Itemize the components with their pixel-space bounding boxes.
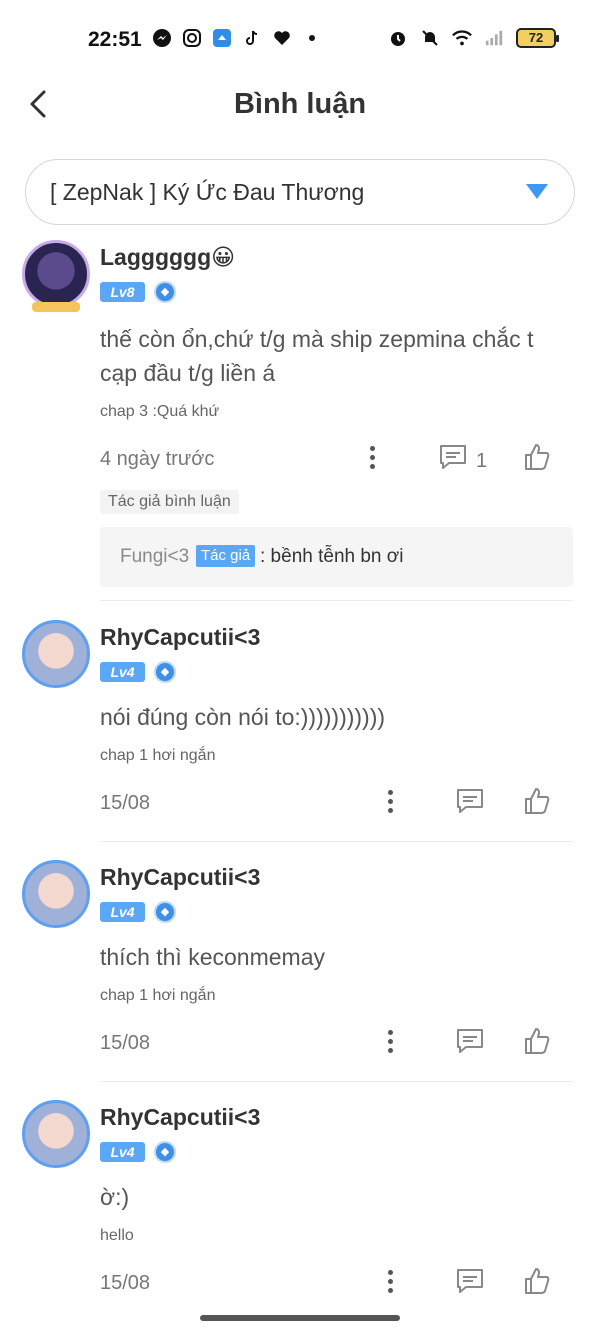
reply-button[interactable] bbox=[455, 1026, 515, 1062]
avatar[interactable] bbox=[22, 620, 90, 688]
home-indicator[interactable] bbox=[200, 1315, 400, 1321]
divider bbox=[100, 841, 573, 842]
level-badge: Lv4 bbox=[100, 662, 145, 682]
level-badge: Lv8 bbox=[100, 282, 145, 302]
comment-meta: 15/08 bbox=[100, 784, 570, 824]
comment-date: 15/08 bbox=[100, 1032, 151, 1054]
status-right-icons: 72 bbox=[388, 28, 559, 48]
medal-icon: ◆ bbox=[154, 1141, 176, 1163]
comment-username[interactable]: Lagggggg😀 bbox=[100, 244, 235, 271]
status-time: 22:51 bbox=[88, 28, 142, 51]
reply-button[interactable] bbox=[455, 786, 515, 822]
comment-text: ờ:) bbox=[100, 1184, 130, 1210]
signal-icon bbox=[484, 28, 504, 48]
reply-author-name: Fungi<3 bbox=[120, 546, 190, 567]
alarm-icon bbox=[388, 28, 408, 48]
reply-count: 1 bbox=[476, 450, 488, 472]
like-button[interactable] bbox=[522, 442, 554, 474]
reply-preview[interactable]: Fungi<3 Tác giả : bềnh tễnh bn ơi bbox=[100, 527, 573, 587]
bell-off-icon bbox=[420, 28, 440, 48]
thumbs-up-icon bbox=[525, 788, 550, 814]
comment-text: thế còn ổn,chứ t/g mà ship zepmina chắc … bbox=[100, 326, 534, 386]
comment-text: thích thì keconmemay bbox=[100, 944, 325, 970]
comment-date: 4 ngày trước bbox=[100, 448, 215, 470]
thumbs-up-icon bbox=[525, 1028, 550, 1054]
comment-chapter: chap 3 :Quá khứ bbox=[100, 403, 220, 420]
header: Bình luận bbox=[0, 80, 600, 150]
comment-icon bbox=[457, 1269, 483, 1293]
comment-text: nói đúng còn nói to:))))))))))) bbox=[100, 704, 386, 730]
comment-date: 15/08 bbox=[100, 1272, 151, 1294]
avatar[interactable] bbox=[22, 1100, 90, 1168]
reply-button[interactable] bbox=[455, 1266, 515, 1302]
medal-icon: ◆ bbox=[154, 901, 176, 923]
author-badge: Tác giả bbox=[196, 545, 256, 567]
comment-meta: 15/08 bbox=[100, 1024, 570, 1064]
messenger-icon bbox=[152, 28, 172, 48]
author-commented-tag: Tác giả bình luận bbox=[100, 490, 239, 514]
like-button[interactable] bbox=[522, 786, 554, 818]
like-button[interactable] bbox=[522, 1266, 554, 1298]
comment-username[interactable]: RhyCapcutii<3 bbox=[100, 1104, 260, 1131]
comment-username[interactable]: RhyCapcutii<3 bbox=[100, 624, 260, 651]
comment-icon bbox=[440, 445, 466, 469]
avatar[interactable] bbox=[22, 240, 90, 312]
comment-chapter: chap 1 hơi ngắn bbox=[100, 987, 216, 1004]
comment-chapter: chap 1 hơi ngắn bbox=[100, 747, 216, 764]
thumbs-up-icon bbox=[525, 1268, 550, 1294]
page-title: Bình luận bbox=[233, 88, 367, 120]
comment-icon bbox=[457, 789, 483, 813]
thumbs-up-icon bbox=[525, 444, 550, 470]
reply-button[interactable]: 1 bbox=[438, 442, 498, 478]
wifi-icon bbox=[452, 28, 472, 48]
comment-username[interactable]: RhyCapcutii<3 bbox=[100, 864, 260, 891]
comment-item: RhyCapcutii<3 Lv4 ◆ nói đúng còn nói to:… bbox=[0, 620, 600, 840]
comment-meta: 4 ngày trước 1 bbox=[100, 440, 570, 480]
medal-icon: ◆ bbox=[154, 281, 176, 303]
comment-item: Lagggggg😀 Lv8 ◆ thế còn ổn,chứ t/g mà sh… bbox=[0, 240, 600, 600]
cloud-icon bbox=[212, 28, 232, 48]
heart-icon bbox=[272, 28, 292, 48]
status-left-icons bbox=[152, 28, 322, 48]
story-select[interactable]: [ ZepNak ] Ký Ức Đau Thương bbox=[25, 159, 575, 225]
reply-text: : bềnh tễnh bn ơi bbox=[260, 546, 404, 567]
level-badge: Lv4 bbox=[100, 902, 145, 922]
comment-item: RhyCapcutii<3 Lv4 ◆ ờ:) hello 15/08 bbox=[0, 1100, 600, 1310]
instagram-icon bbox=[182, 28, 202, 48]
caret-down-icon bbox=[526, 184, 548, 199]
avatar[interactable] bbox=[22, 860, 90, 928]
level-badge: Lv4 bbox=[100, 1142, 145, 1162]
story-select-value: [ ZepNak ] Ký Ức Đau Thương bbox=[50, 179, 365, 205]
comment-meta: 15/08 bbox=[100, 1264, 570, 1304]
comment-item: RhyCapcutii<3 Lv4 ◆ thích thì keconmemay… bbox=[0, 860, 600, 1080]
more-options-button[interactable] bbox=[380, 1266, 400, 1302]
comment-date: 15/08 bbox=[100, 792, 151, 814]
tiktok-icon bbox=[242, 28, 262, 48]
status-bar: 22:51 72 bbox=[0, 0, 600, 80]
comment-chapter: hello bbox=[100, 1227, 134, 1244]
comment-icon bbox=[457, 1029, 483, 1053]
dot-icon bbox=[302, 28, 322, 48]
more-options-button[interactable] bbox=[380, 1026, 400, 1062]
medal-icon: ◆ bbox=[154, 661, 176, 683]
more-options-button[interactable] bbox=[380, 786, 400, 822]
more-options-button[interactable] bbox=[362, 442, 382, 478]
like-button[interactable] bbox=[522, 1026, 554, 1058]
battery-indicator: 72 bbox=[516, 28, 559, 48]
divider bbox=[100, 1081, 573, 1082]
divider bbox=[100, 600, 573, 601]
